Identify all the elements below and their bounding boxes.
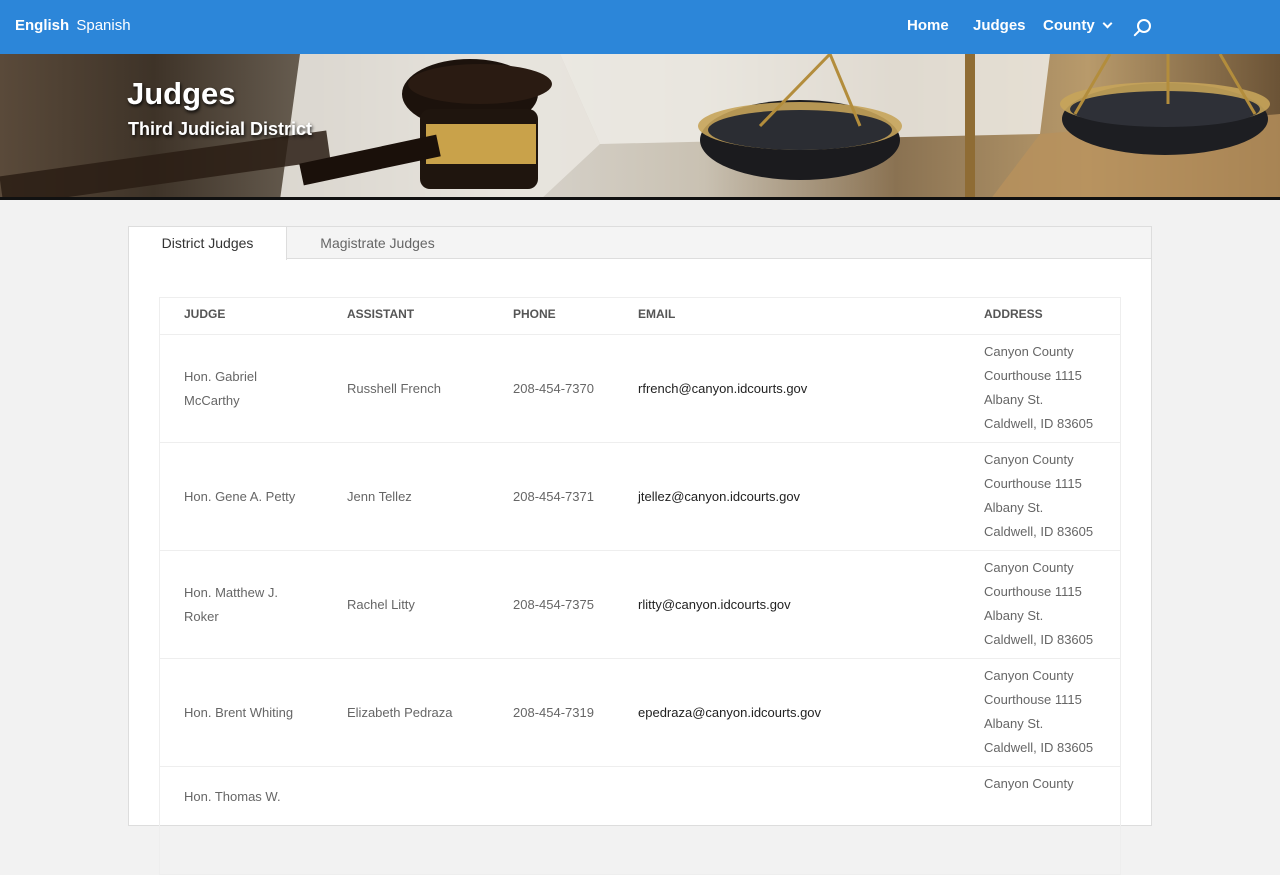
assistant-name: Russhell French xyxy=(347,380,441,396)
address: Canyon County Courthouse 1115 Albany St.… xyxy=(984,556,1104,652)
address-line: Canyon County xyxy=(984,776,1074,791)
column-header-judge: JUDGE xyxy=(184,307,226,321)
judge-name: Hon. Matthew J. Roker xyxy=(184,581,324,629)
email-link[interactable]: rfrench@canyon.idcourts.gov xyxy=(638,377,958,401)
nav-judges-link[interactable]: Judges xyxy=(973,17,1026,34)
address-line: Caldwell, ID 83605 xyxy=(984,740,1094,755)
page-title: Judges xyxy=(127,76,236,111)
address-line: Courthouse 1115 xyxy=(984,584,1082,599)
address: Canyon County Courthouse 1115 Albany St.… xyxy=(984,448,1104,544)
phone-number[interactable]: 208-454-7319 xyxy=(513,701,623,725)
judges-table: JUDGE ASSISTANT PHONE EMAIL ADDRESS Hon.… xyxy=(159,297,1121,875)
table-row: Hon. Gene A. Petty Jenn Tellez 208-454-7… xyxy=(160,442,1120,550)
address: Canyon County xyxy=(984,772,1104,796)
judge-name-line: Hon. Gene A. Petty xyxy=(184,488,296,504)
search-icon[interactable] xyxy=(1133,18,1153,38)
page-subtitle: Third Judicial District xyxy=(128,119,313,139)
hero-banner: Judges Third Judicial District xyxy=(0,54,1280,200)
tab-district-judges[interactable]: District Judges xyxy=(129,227,287,260)
assistant-name: Rachel Litty xyxy=(347,596,415,612)
address-line: Courthouse 1115 xyxy=(984,692,1082,707)
tab-bar: District Judges Magistrate Judges xyxy=(129,227,1151,260)
judge-name: Hon. Brent Whiting xyxy=(184,701,324,725)
judge-name-line: Hon. Gabriel xyxy=(184,368,257,384)
judge-name: Hon. Gabriel McCarthy xyxy=(184,365,324,413)
address-line: Caldwell, ID 83605 xyxy=(984,524,1094,539)
language-switcher: English Spanish xyxy=(15,17,131,34)
email-link[interactable]: jtellez@canyon.idcourts.gov xyxy=(638,485,958,509)
address-line: Albany St. xyxy=(984,608,1044,623)
table-row: Hon. Matthew J. Roker Rachel Litty 208-4… xyxy=(160,550,1120,658)
table-header-row: JUDGE ASSISTANT PHONE EMAIL ADDRESS xyxy=(160,298,1120,334)
nav-county-dropdown[interactable]: County xyxy=(1043,17,1113,34)
top-navigation-bar: English Spanish Home Judges County xyxy=(0,0,1280,54)
address-line: Albany St. xyxy=(984,716,1044,731)
address-line: Courthouse 1115 xyxy=(984,476,1082,491)
address-line: Canyon County xyxy=(984,560,1074,575)
address-line: Canyon County xyxy=(984,452,1074,467)
nav-county-label: County xyxy=(1043,17,1095,34)
table-row: Hon. Gabriel McCarthy Russhell French 20… xyxy=(160,334,1120,442)
judge-name-line: Hon. Brent Whiting xyxy=(184,704,294,720)
column-header-phone: PHONE xyxy=(513,307,556,321)
phone-number[interactable]: 208-454-7370 xyxy=(513,377,623,401)
address-line: Caldwell, ID 83605 xyxy=(984,632,1094,647)
address: Canyon County Courthouse 1115 Albany St.… xyxy=(984,340,1104,436)
nav-home-link[interactable]: Home xyxy=(907,17,949,34)
column-header-email: EMAIL xyxy=(638,307,676,321)
address-line: Albany St. xyxy=(984,392,1044,407)
address-line: Albany St. xyxy=(984,500,1044,515)
table-row: Hon. Brent Whiting Elizabeth Pedraza 208… xyxy=(160,658,1120,766)
phone-number[interactable]: 208-454-7371 xyxy=(513,485,623,509)
address-line: Canyon County xyxy=(984,344,1074,359)
email-link[interactable]: rlitty@canyon.idcourts.gov xyxy=(638,593,958,617)
judge-name-line: McCarthy xyxy=(184,392,240,408)
column-header-assistant: ASSISTANT xyxy=(347,307,415,321)
language-spanish-link[interactable]: Spanish xyxy=(76,17,130,34)
assistant-name: Elizabeth Pedraza xyxy=(347,704,453,720)
table-row: Hon. Thomas W. Canyon County xyxy=(160,766,1120,874)
judge-name-line: Roker xyxy=(184,608,219,624)
judge-name: Hon. Gene A. Petty xyxy=(184,485,324,509)
address-line: Courthouse 1115 xyxy=(984,368,1082,383)
address-line: Canyon County xyxy=(984,668,1074,683)
language-english-link[interactable]: English xyxy=(15,17,69,34)
judge-name-line: Hon. Thomas W. xyxy=(184,789,281,804)
judges-tabs-panel: District Judges Magistrate Judges JUDGE … xyxy=(128,226,1152,875)
judge-name: Hon. Thomas W. xyxy=(184,785,324,809)
judge-name-line: Hon. Matthew J. xyxy=(184,584,278,600)
column-header-address: ADDRESS xyxy=(984,307,1043,321)
tab-magistrate-judges[interactable]: Magistrate Judges xyxy=(287,227,468,259)
phone-number[interactable]: 208-454-7375 xyxy=(513,593,623,617)
assistant-name: Jenn Tellez xyxy=(347,488,412,504)
email-link[interactable]: epedraza@canyon.idcourts.gov xyxy=(638,701,958,725)
address: Canyon County Courthouse 1115 Albany St.… xyxy=(984,664,1104,760)
address-line: Caldwell, ID 83605 xyxy=(984,416,1094,431)
chevron-down-icon xyxy=(1102,18,1113,29)
